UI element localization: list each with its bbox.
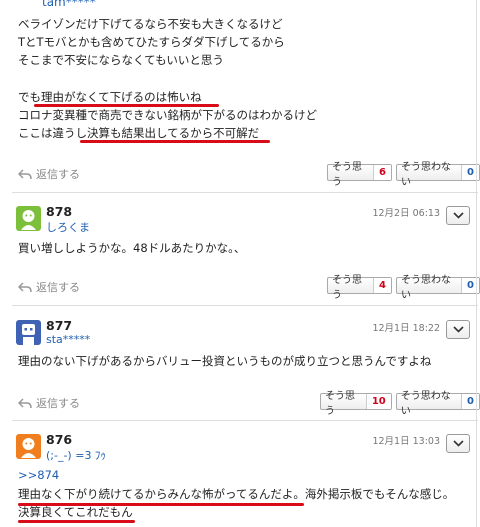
agree-label: そう思う bbox=[332, 161, 362, 188]
agree-label: そう思う bbox=[325, 390, 355, 417]
comment-menu-button[interactable] bbox=[446, 206, 470, 225]
reply-label: 返信する bbox=[36, 281, 80, 294]
vote-buttons: そう思う 10 そう思わない 0 bbox=[320, 391, 480, 417]
comment-username[interactable]: sta***** bbox=[46, 333, 90, 346]
reply-anchor-link[interactable]: >>874 bbox=[18, 466, 59, 484]
reply-arrow-icon bbox=[18, 168, 32, 179]
chevron-down-icon bbox=[453, 212, 464, 219]
comment-line bbox=[18, 70, 317, 88]
user-avatar-icon bbox=[22, 324, 35, 345]
comment-username[interactable]: しろくま bbox=[46, 219, 90, 235]
divider bbox=[12, 420, 478, 421]
disagree-label: そう思わない bbox=[400, 161, 451, 188]
comment-line: コロナ変異種で商売できない銘柄が下がるのはわかるけど bbox=[18, 108, 317, 122]
highlight-underline bbox=[18, 520, 135, 523]
highlight-underline bbox=[34, 104, 219, 107]
agree-label: そう思う bbox=[332, 274, 362, 301]
comment-number: 878 bbox=[46, 204, 73, 219]
disagree-button[interactable]: そう思わない 0 bbox=[395, 391, 480, 417]
comment-line: TとTモバとかも含めてひたすらダダ下げしてるから bbox=[18, 35, 285, 50]
highlight-underline bbox=[80, 140, 270, 143]
reply-link[interactable]: 返信する bbox=[18, 166, 80, 182]
chevron-down-icon bbox=[453, 326, 464, 333]
divider bbox=[12, 305, 478, 306]
comment-username[interactable]: tam***** bbox=[42, 0, 96, 9]
comment-username[interactable]: (;-_-) =3 ﾌｩ bbox=[46, 447, 106, 463]
user-avatar-icon bbox=[21, 210, 36, 230]
agree-count: 6 bbox=[372, 165, 391, 180]
comment-body: 買い増ししようかな。48ドルあたりかな。、 bbox=[18, 241, 246, 255]
vote-buttons: そう思う 6 そう思わない 0 bbox=[327, 162, 480, 188]
chevron-down-icon bbox=[453, 440, 464, 447]
comment-body: 理由のない下げがあるからバリュー投資というものが成り立つと思うんですよね bbox=[18, 354, 432, 368]
reply-link[interactable]: 返信する bbox=[18, 395, 80, 411]
reply-arrow-icon bbox=[18, 397, 32, 408]
comment-body: ベライゾンだけ下げてるなら不安も大きくなるけど TとTモバとかも含めてひたすらダ… bbox=[18, 15, 317, 142]
agree-button[interactable]: そう思う 10 bbox=[320, 391, 392, 417]
avatar[interactable] bbox=[16, 206, 41, 231]
comment-date: 12月2日 06:13 bbox=[372, 208, 440, 219]
agree-button[interactable]: そう思う 6 bbox=[327, 162, 392, 188]
divider bbox=[12, 192, 478, 193]
reply-arrow-icon bbox=[18, 281, 32, 292]
agree-count: 10 bbox=[365, 394, 391, 409]
comment-date: 12月1日 18:22 bbox=[372, 323, 440, 334]
highlight-underline bbox=[18, 503, 304, 506]
agree-button[interactable]: そう思う 4 bbox=[327, 275, 392, 301]
agree-count: 4 bbox=[372, 278, 391, 293]
comment-line: 理由なく下がり続けてるからみんな怖がってるんだよ。海外掲示板でもそんな感じ。 bbox=[18, 487, 455, 501]
comment-line: そこまで不安にならなくてもいいと思う bbox=[18, 53, 224, 68]
avatar[interactable] bbox=[16, 320, 41, 345]
comment-number: 876 bbox=[46, 432, 73, 447]
comment-line: ベライゾンだけ下げてるなら不安も大きくなるけど bbox=[18, 17, 283, 31]
comment-menu-button[interactable] bbox=[446, 320, 470, 339]
reply-link[interactable]: 返信する bbox=[18, 279, 80, 295]
disagree-label: そう思わない bbox=[400, 390, 451, 417]
disagree-button[interactable]: そう思わない 0 bbox=[395, 275, 480, 301]
reply-label: 返信する bbox=[36, 397, 80, 410]
comment-date: 12月1日 13:03 bbox=[372, 436, 440, 447]
comment-menu-button[interactable] bbox=[446, 434, 470, 453]
disagree-button[interactable]: そう思わない 0 bbox=[395, 162, 480, 188]
avatar[interactable] bbox=[16, 434, 41, 459]
vote-buttons: そう思う 4 そう思わない 0 bbox=[327, 275, 480, 301]
scroll-edge bbox=[476, 0, 477, 527]
disagree-label: そう思わない bbox=[400, 274, 451, 301]
reply-label: 返信する bbox=[36, 168, 80, 181]
comment-number: 877 bbox=[46, 318, 73, 333]
user-avatar-icon bbox=[21, 438, 36, 458]
